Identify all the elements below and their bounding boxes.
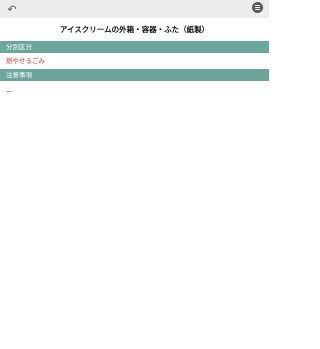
sorting-category-value: 燃やせるごみ — [6, 57, 45, 65]
notes-value: － — [6, 88, 13, 96]
hamburger-menu-icon — [255, 5, 260, 10]
page-title: アイスクリームの外箱・容器・ふた（紙製） — [59, 25, 210, 34]
back-button[interactable]: ↶ — [5, 2, 19, 16]
top-toolbar: ↶ — [0, 0, 269, 18]
menu-button[interactable] — [252, 2, 263, 13]
section-header-notes: 注意事項 — [0, 69, 269, 81]
undo-arrow-icon: ↶ — [7, 2, 17, 16]
section-header-sorting-category: 分別区分 — [0, 41, 269, 53]
